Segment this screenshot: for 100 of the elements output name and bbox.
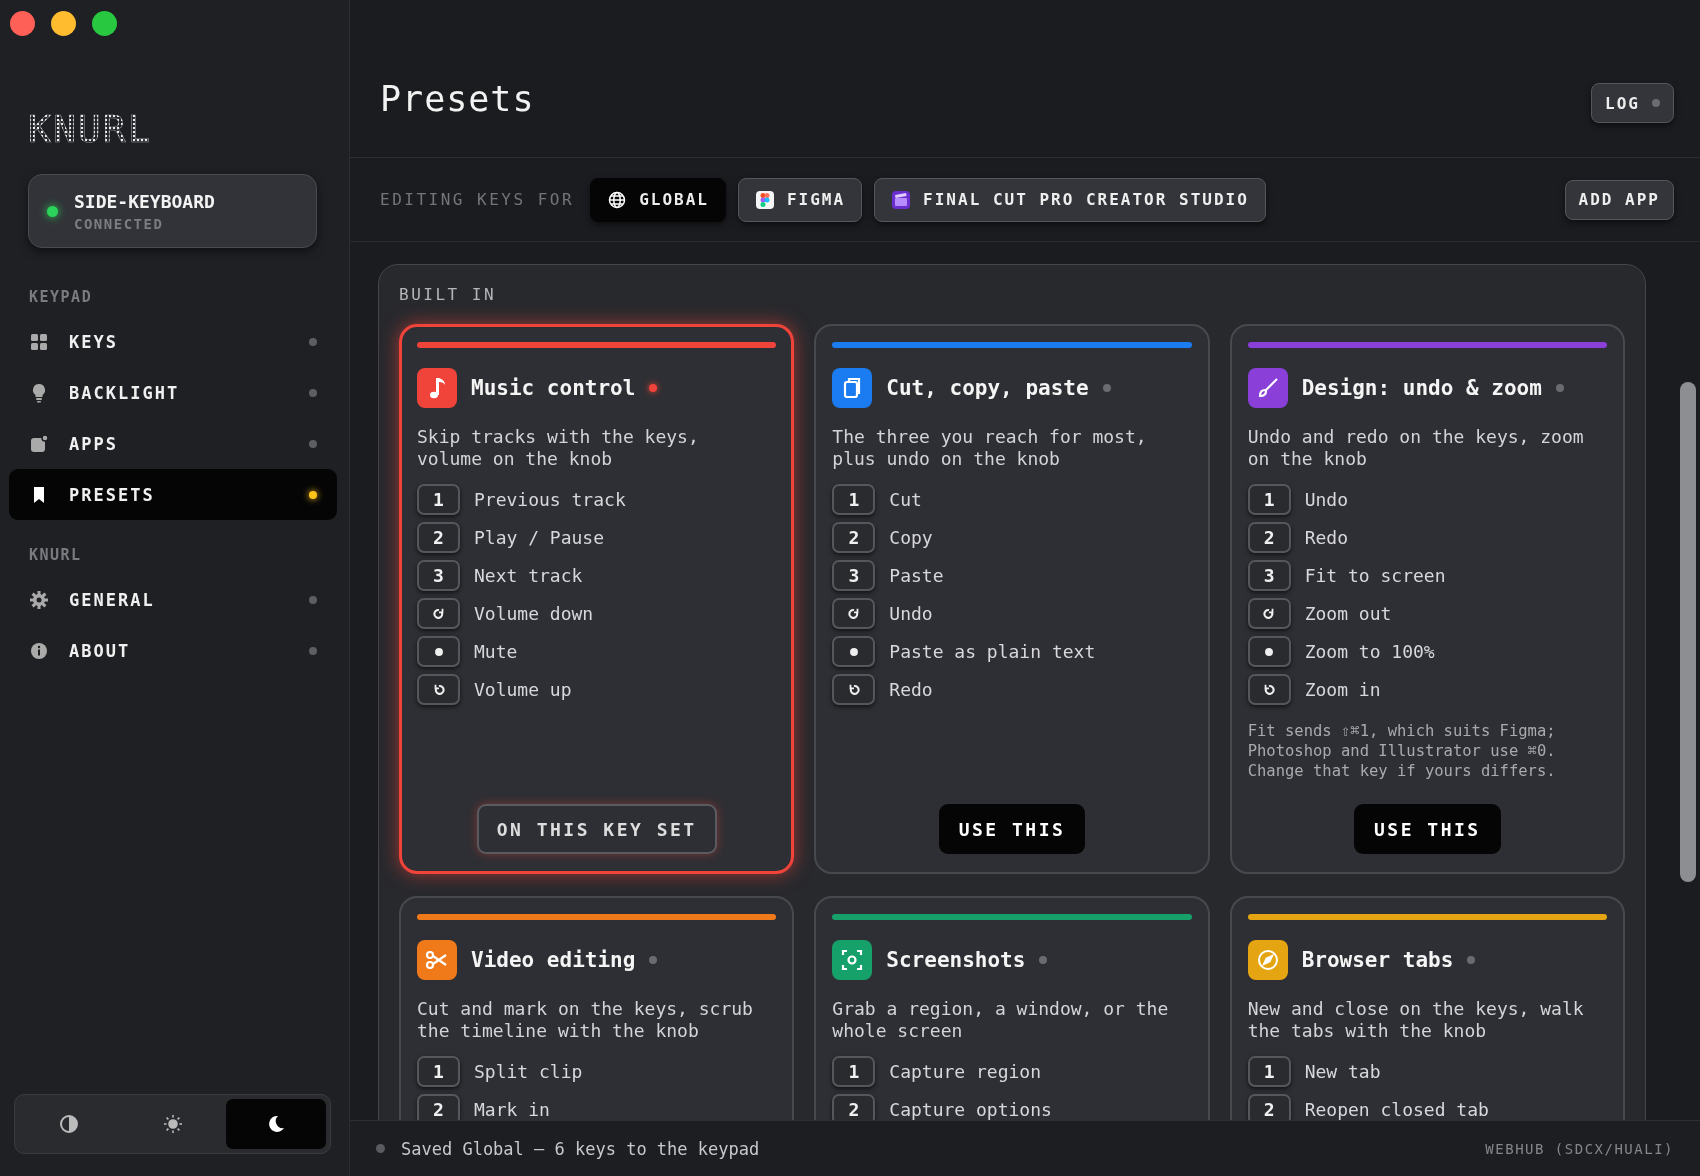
moon-icon bbox=[266, 1114, 287, 1134]
key-action: Volume down bbox=[474, 603, 594, 624]
knob-turn-icon bbox=[417, 598, 460, 629]
minimize-button[interactable] bbox=[51, 11, 76, 36]
device-card[interactable]: SIDE-KEYBOARD CONNECTED bbox=[28, 174, 317, 248]
key-action: Capture options bbox=[889, 1099, 1052, 1120]
nav-item[interactable]: BACKLIGHT bbox=[9, 367, 337, 418]
device-name: SIDE-KEYBOARD bbox=[74, 190, 215, 212]
clapper-icon bbox=[891, 189, 912, 210]
gear-icon bbox=[29, 589, 49, 610]
card-description: Cut and mark on the keys, scrub the timeline with the knob bbox=[417, 998, 754, 1042]
card-description: New and close on the keys, walk the tabs with the knob bbox=[1247, 998, 1585, 1042]
app-tab[interactable]: GLOBAL bbox=[590, 177, 726, 222]
section-heading: KNURL bbox=[29, 546, 83, 564]
key-action: Volume up bbox=[474, 679, 572, 700]
key-action: Split clip bbox=[474, 1061, 583, 1082]
preset-button[interactable]: USE THIS bbox=[1353, 804, 1501, 854]
contrast-icon bbox=[58, 1114, 79, 1134]
status-dot bbox=[309, 490, 317, 499]
preset-card[interactable]: Music control Skip tracks with the keys, volume on the knob 1 Previous track 2 Play / Pause 3 Next track Volume down Mute Volume up ON THIS KEY SET bbox=[399, 324, 795, 874]
card-title: Music control bbox=[471, 376, 636, 400]
zoom-button[interactable] bbox=[92, 11, 117, 36]
keycap: 2 bbox=[417, 1094, 460, 1120]
keycap: 2 bbox=[832, 522, 876, 553]
screenshot-icon bbox=[832, 940, 873, 980]
card-title: Cut, copy, paste bbox=[886, 376, 1089, 400]
brush-icon bbox=[1247, 368, 1288, 408]
card-title: Browser tabs bbox=[1301, 948, 1454, 972]
preset-button[interactable]: USE THIS bbox=[938, 804, 1086, 854]
keycap: 2 bbox=[417, 522, 460, 553]
key-action: Mute bbox=[474, 641, 518, 662]
key-action: Previous track bbox=[474, 489, 626, 510]
key-action: Copy bbox=[889, 527, 933, 548]
status-dot bbox=[309, 388, 317, 397]
keycap: 1 bbox=[417, 484, 460, 515]
key-action: Zoom to 100% bbox=[1304, 641, 1435, 662]
preset-card[interactable]: Video editing Cut and mark on the keys, scrub the timeline with the knob 1 Split clip 2 Mark in bbox=[399, 896, 795, 1120]
knob-turn-icon bbox=[832, 674, 876, 705]
knob-press-icon bbox=[832, 636, 876, 667]
preset-button[interactable]: ON THIS KEY SET bbox=[476, 804, 717, 854]
card-title: Video editing bbox=[471, 948, 636, 972]
card-description: Grab a region, a window, or the whole screen bbox=[832, 998, 1170, 1042]
nav-item[interactable]: KEYS bbox=[9, 316, 337, 367]
card-description: Skip tracks with the keys, volume on the knob bbox=[417, 426, 700, 470]
knob-turn-icon bbox=[1247, 598, 1291, 629]
key-action: Paste as plain text bbox=[889, 641, 1096, 662]
scrollbar-thumb[interactable] bbox=[1680, 382, 1696, 882]
knob-press-icon bbox=[1247, 636, 1291, 667]
preset-card[interactable]: Cut, copy, paste The three you reach for most, plus undo on the knob 1 Cut 2 Copy 3 Paste Undo Paste as plain text Redo USE THIS bbox=[814, 324, 1210, 874]
status-dot bbox=[309, 439, 317, 448]
knob-turn-icon bbox=[417, 674, 460, 705]
app-tab[interactable]: FINAL CUT PRO CREATOR STUDIO bbox=[874, 177, 1266, 222]
music-icon bbox=[417, 368, 457, 408]
keycap: 1 bbox=[1247, 484, 1291, 515]
keycap: 2 bbox=[1247, 1094, 1291, 1120]
section-heading: BUILT IN bbox=[399, 285, 498, 304]
page-title: Presets bbox=[380, 79, 536, 119]
key-action: Zoom in bbox=[1304, 679, 1381, 700]
card-description: Undo and redo on the keys, zoom on the knob bbox=[1247, 426, 1585, 470]
compass-icon bbox=[1247, 940, 1288, 980]
theme-option[interactable] bbox=[226, 1099, 326, 1149]
preset-card[interactable] bbox=[1229, 324, 1625, 874]
nav-item[interactable]: PRESETS bbox=[9, 469, 337, 520]
key-action: Fit to screen bbox=[1304, 565, 1446, 586]
nav-item[interactable]: GENERAL bbox=[9, 574, 337, 625]
key-action: Mark in bbox=[474, 1099, 550, 1120]
nav-item[interactable]: APPS bbox=[9, 418, 337, 469]
card-note: Fit sends ⇧⌘1, which suits Figma; Photoshop and Illustrator use ⌘0. Change that key if yours differs. bbox=[1247, 721, 1557, 781]
knob-press-icon bbox=[417, 636, 460, 667]
log-button[interactable]: LOG bbox=[1591, 83, 1674, 123]
card-title: Screenshots bbox=[886, 948, 1026, 972]
apps-icon bbox=[29, 433, 49, 454]
key-action: Play / Pause bbox=[474, 527, 605, 548]
knob-turn-icon bbox=[1247, 674, 1291, 705]
keycap: 2 bbox=[1247, 522, 1291, 553]
close-button[interactable] bbox=[10, 11, 35, 36]
key-action: Next track bbox=[474, 565, 583, 586]
nav-item[interactable]: ABOUT bbox=[9, 625, 337, 676]
device-status: CONNECTED bbox=[74, 215, 165, 232]
keycap: 2 bbox=[832, 1094, 876, 1120]
preset-card[interactable]: Browser tabs New and close on the keys, walk the tabs with the knob 1 New tab 2 Reopen closed tab bbox=[1229, 896, 1625, 1120]
keycap: 3 bbox=[417, 560, 460, 591]
copy-icon bbox=[832, 368, 873, 408]
app-tab[interactable]: FIGMA bbox=[737, 177, 863, 222]
key-action: Zoom out bbox=[1304, 603, 1392, 624]
scissors-icon bbox=[417, 940, 457, 980]
card-description: The three you reach for most, plus undo on the knob bbox=[832, 426, 1148, 470]
preset-card[interactable]: Screenshots Grab a region, a window, or the whole screen 1 Capture region 2 Capture options bbox=[814, 896, 1210, 1120]
key-action: Paste bbox=[889, 565, 944, 586]
key-action: New tab bbox=[1304, 1061, 1381, 1082]
status-message: Saved Global — 6 keys to the keypad bbox=[401, 1138, 760, 1159]
editing-label: EDITING KEYS FOR bbox=[380, 190, 575, 209]
key-action: Undo bbox=[889, 603, 933, 624]
status-dot bbox=[309, 337, 317, 346]
figma-icon bbox=[754, 189, 775, 210]
keycap: 3 bbox=[832, 560, 876, 591]
card-title: Design: undo & zoom bbox=[1301, 376, 1542, 400]
add-app-button[interactable]: ADD APP bbox=[1564, 179, 1674, 220]
sun-icon bbox=[162, 1114, 183, 1134]
key-action: Redo bbox=[889, 679, 933, 700]
